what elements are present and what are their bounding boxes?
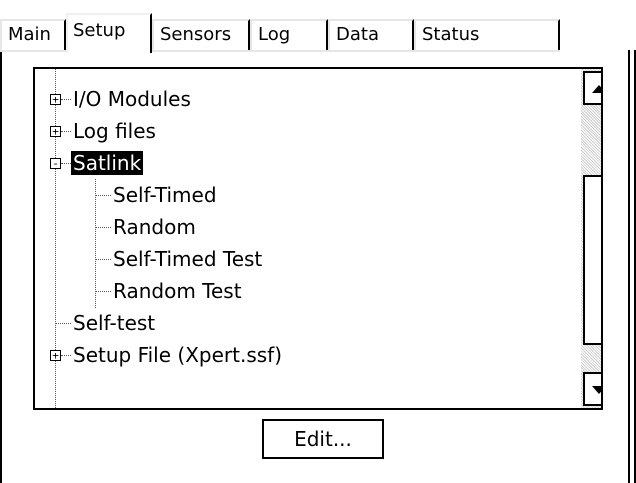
tab-setup[interactable]: Setup xyxy=(66,13,152,53)
tree-connector xyxy=(55,323,71,324)
tree-connector xyxy=(61,163,71,164)
tree-node-label: Random Test xyxy=(113,279,242,303)
collapse-minus-icon[interactable]: - xyxy=(50,158,61,169)
tree-node-label: Setup File (Xpert.ssf) xyxy=(73,343,283,367)
tree-connector xyxy=(61,355,71,356)
tree-node-random[interactable]: Random xyxy=(111,211,198,243)
setup-tree[interactable]: + + - + I/O Modules Log files Satlink Se… xyxy=(33,67,603,410)
tree-node-label-selected: Satlink xyxy=(71,151,144,175)
tree-satlink-line xyxy=(95,179,96,308)
expand-plus-icon[interactable]: + xyxy=(50,126,61,137)
panel-border-right xyxy=(628,50,630,483)
tab-main[interactable]: Main xyxy=(0,19,66,50)
tree-connector xyxy=(95,259,111,260)
tab-main-label: Main xyxy=(8,24,51,45)
tree-connector xyxy=(61,131,71,132)
tab-setup-label: Setup xyxy=(73,20,126,41)
tree-node-label: I/O Modules xyxy=(73,87,191,111)
scroll-down-button[interactable] xyxy=(583,372,601,406)
edit-button[interactable]: Edit... xyxy=(262,419,384,459)
tree-node-io-modules[interactable]: I/O Modules xyxy=(71,83,193,115)
tree-connector xyxy=(95,227,111,228)
tree-node-satlink[interactable]: Satlink xyxy=(71,147,144,179)
tree-connector xyxy=(95,291,111,292)
tab-bar: Main Setup Sensors Log Data Status xyxy=(0,0,636,53)
tree-node-self-timed-test[interactable]: Self-Timed Test xyxy=(111,243,264,275)
tree-node-label: Self-test xyxy=(73,311,156,335)
tab-status[interactable]: Status xyxy=(414,19,560,50)
tree-node-label: Random xyxy=(113,215,196,239)
tree-node-self-test[interactable]: Self-test xyxy=(71,307,157,339)
tree-connector xyxy=(95,195,111,196)
tab-data[interactable]: Data xyxy=(328,19,414,50)
arrow-down-icon xyxy=(592,386,601,394)
tab-status-label: Status xyxy=(422,24,480,45)
tree-connector xyxy=(61,99,71,100)
tree-node-label: Log files xyxy=(73,119,156,143)
tree-node-random-test[interactable]: Random Test xyxy=(111,275,244,307)
tree-node-self-timed[interactable]: Self-Timed xyxy=(111,179,219,211)
panel-border-left xyxy=(0,50,2,483)
tab-data-label: Data xyxy=(336,24,379,45)
tab-sensors[interactable]: Sensors xyxy=(152,19,250,50)
tab-log-label: Log xyxy=(258,24,291,45)
tree-node-label: Self-Timed Test xyxy=(113,247,263,271)
expand-plus-icon[interactable]: + xyxy=(50,94,61,105)
arrow-up-icon xyxy=(592,85,601,93)
tree-node-label: Self-Timed xyxy=(113,183,217,207)
tree-node-setup-file[interactable]: Setup File (Xpert.ssf) xyxy=(71,339,284,371)
tree-node-log-files[interactable]: Log files xyxy=(71,115,158,147)
tree-content: + + - + I/O Modules Log files Satlink Se… xyxy=(35,69,575,408)
scrollbar-thumb[interactable] xyxy=(583,175,601,345)
scroll-up-button[interactable] xyxy=(583,71,601,105)
expand-plus-icon[interactable]: + xyxy=(50,350,61,361)
tree-scrollbar[interactable] xyxy=(581,69,601,408)
tab-sensors-label: Sensors xyxy=(160,24,232,45)
tab-log[interactable]: Log xyxy=(250,19,328,50)
